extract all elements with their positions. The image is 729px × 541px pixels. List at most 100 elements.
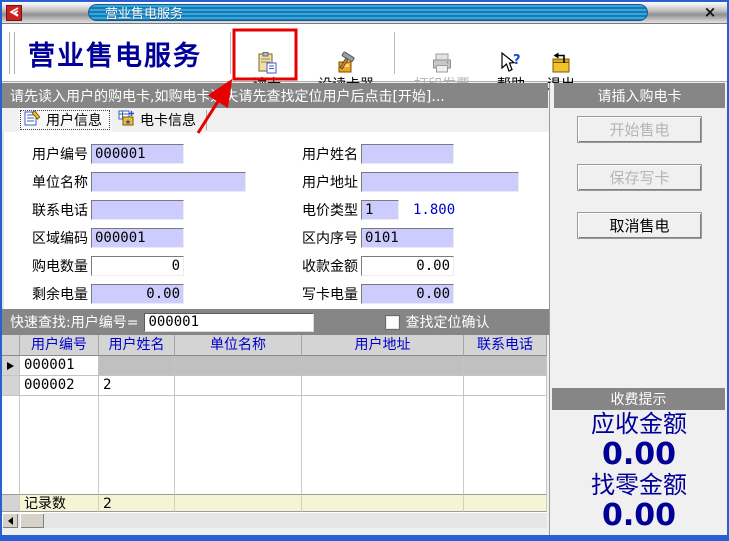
user-address-label: 用户地址 — [296, 172, 358, 192]
table-row[interactable]: 000002 2 — [2, 376, 547, 396]
remaining-energy-field[interactable] — [91, 284, 184, 304]
cell-user-name[interactable] — [99, 356, 175, 376]
user-id-label: 用户编号 — [26, 144, 88, 164]
sell-panel: 请插入购电卡 开始售电 保存写卡 取消售电 收费提示 应收金额 0.00 找零金… — [549, 83, 727, 535]
cell-user-address[interactable] — [302, 356, 464, 376]
remaining-energy-label: 剩余电量 — [26, 284, 88, 304]
card-info-tab-icon — [118, 110, 135, 130]
table-header-contact-phone[interactable]: 联系电话 — [464, 335, 547, 356]
receivable-amount-label: 应收金额 — [550, 410, 728, 439]
tab-user-info-label: 用户信息 — [46, 110, 102, 130]
read-card-icon — [254, 50, 280, 76]
unit-name-label: 单位名称 — [26, 172, 88, 192]
area-code-label: 区域编码 — [26, 228, 88, 248]
quick-search-input[interactable] — [144, 313, 314, 332]
exit-icon — [548, 50, 574, 76]
table-header-user-name[interactable]: 用户姓名 — [99, 335, 175, 356]
fee-tip-header: 收费提示 — [552, 388, 725, 410]
user-address-field[interactable] — [361, 172, 519, 192]
purchase-qty-label: 购电数量 — [26, 256, 88, 276]
window-title: 营业售电服务 — [89, 3, 183, 22]
print-invoice-icon — [429, 50, 455, 76]
tab-card-info[interactable]: 电卡信息 — [112, 108, 206, 132]
app-logo-icon — [6, 5, 22, 21]
scrollbar-thumb[interactable] — [20, 513, 44, 528]
app-window: 营业售电服务 × 营业售电服务 读卡 — [0, 0, 729, 541]
price-rate-value: 1.800 — [413, 202, 455, 218]
receivable-amount-value: 0.00 — [550, 439, 728, 471]
table-empty-area — [2, 396, 547, 494]
area-serial-field[interactable] — [361, 228, 454, 248]
table-header-user-address[interactable]: 用户地址 — [302, 335, 464, 356]
tab-card-info-label: 电卡信息 — [140, 110, 196, 130]
amount-received-label: 收款金额 — [296, 256, 358, 276]
user-table: 用户编号 用户姓名 单位名称 用户地址 联系电话 000001 000002 2 — [2, 335, 549, 528]
footer-selector-cell — [2, 494, 20, 512]
page-title: 营业售电服务 — [28, 34, 202, 73]
amount-received-field[interactable] — [361, 256, 454, 276]
tab-user-info[interactable]: 用户信息 — [18, 108, 112, 132]
insert-card-header: 请插入购电卡 — [554, 83, 725, 108]
area-code-field[interactable] — [91, 228, 184, 248]
user-info-tab-icon — [24, 110, 41, 130]
write-card-energy-field[interactable] — [361, 284, 454, 304]
purchase-qty-field[interactable] — [91, 256, 184, 276]
row-selector-cell — [2, 356, 20, 376]
table-header-selector — [2, 335, 20, 356]
fee-amounts: 应收金额 0.00 找零金额 0.00 — [550, 410, 728, 532]
table-footer-row: 记录数 2 — [2, 494, 547, 512]
prompt-text: 请先读入用户的购电卡,如购电卡遗失请先查找定位用户后点击[开始]... — [10, 86, 445, 106]
cell-user-id[interactable]: 000002 — [20, 376, 99, 396]
locate-confirm-label: 查找定位确认 — [405, 312, 489, 332]
locate-confirm-checkbox[interactable] — [386, 316, 399, 329]
current-row-pointer-icon — [7, 362, 14, 370]
write-card-energy-label: 写卡电量 — [296, 284, 358, 304]
scroll-left-button[interactable] — [2, 513, 18, 528]
table-header-row: 用户编号 用户姓名 单位名称 用户地址 联系电话 — [2, 335, 547, 356]
user-info-form: 用户编号 用户姓名 单位名称 用户地址 联系电话 电价类型 1.800 区域编码 — [2, 132, 549, 309]
help-icon: ? — [498, 50, 524, 76]
record-count-label: 记录数 — [20, 494, 99, 512]
cell-user-id[interactable]: 000001 — [20, 356, 99, 376]
prompt-bar: 请先读入用户的购电卡,如购电卡遗失请先查找定位用户后点击[开始]... — [2, 83, 548, 108]
cancel-sell-button[interactable]: 取消售电 — [577, 212, 702, 239]
toolbar-gripper — [12, 32, 15, 74]
contact-phone-field[interactable] — [91, 200, 184, 220]
save-write-card-button: 保存写卡 — [577, 164, 702, 191]
close-icon[interactable]: × — [701, 3, 719, 21]
area-serial-label: 区内序号 — [296, 228, 358, 248]
title-bar: 营业售电服务 × — [2, 2, 727, 24]
quick-search-label: 快速查找:用户编号= — [10, 312, 138, 332]
cell-user-name[interactable]: 2 — [99, 376, 175, 396]
quick-search-bar: 快速查找:用户编号= 查找定位确认 — [2, 309, 549, 335]
toolbar-gripper — [7, 32, 10, 74]
cell-unit-name[interactable] — [175, 376, 302, 396]
price-type-field[interactable] — [361, 200, 399, 220]
cell-contact-phone[interactable] — [464, 376, 547, 396]
unit-name-field[interactable] — [91, 172, 246, 192]
contact-phone-label: 联系电话 — [26, 200, 88, 220]
table-header-user-id[interactable]: 用户编号 — [20, 335, 99, 356]
card-reader-setup-icon — [333, 50, 359, 76]
tab-separator — [206, 110, 207, 130]
table-header-unit-name[interactable]: 单位名称 — [175, 335, 302, 356]
cell-user-address[interactable] — [302, 376, 464, 396]
svg-text:?: ? — [513, 53, 521, 68]
user-name-field[interactable] — [361, 144, 454, 164]
toolbar: 营业售电服务 读卡 — [2, 24, 727, 82]
change-amount-value: 0.00 — [550, 500, 728, 532]
record-count-value: 2 — [99, 494, 175, 512]
cell-unit-name[interactable] — [175, 356, 302, 376]
toolbar-separator — [230, 32, 232, 74]
cell-contact-phone[interactable] — [464, 356, 547, 376]
price-type-label: 电价类型 — [296, 200, 358, 220]
scroll-left-icon — [8, 517, 13, 525]
tab-bar: 用户信息 电卡信息 — [2, 108, 549, 132]
table-row[interactable]: 000001 — [2, 356, 547, 376]
start-sell-button: 开始售电 — [577, 116, 702, 143]
toolbar-separator — [394, 32, 396, 74]
user-name-label: 用户姓名 — [296, 144, 358, 164]
row-selector-cell — [2, 376, 20, 396]
user-id-field[interactable] — [91, 144, 184, 164]
horizontal-scrollbar[interactable] — [2, 512, 547, 528]
